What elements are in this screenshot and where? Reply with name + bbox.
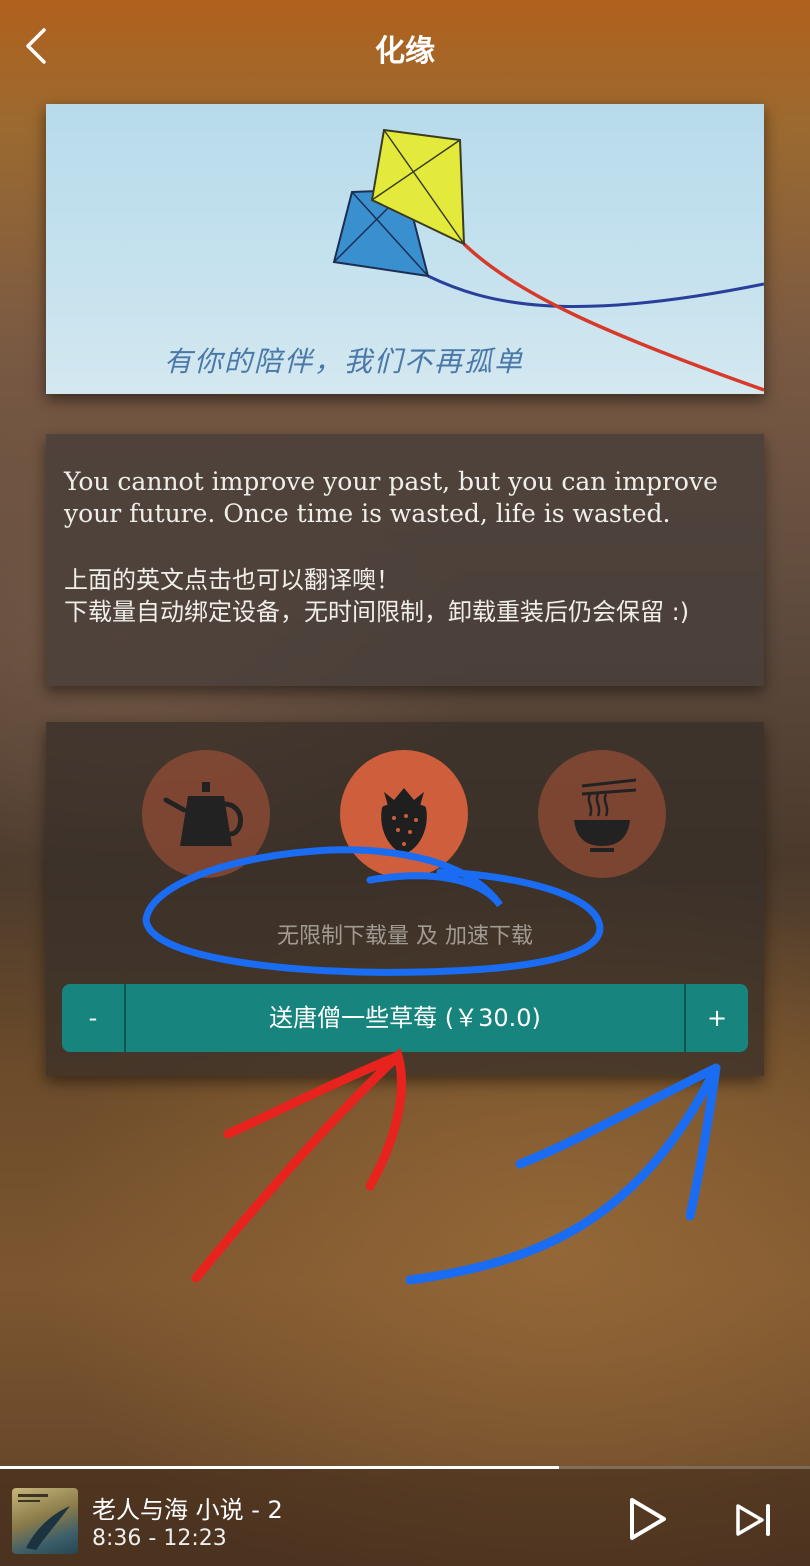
album-cover	[12, 1488, 78, 1554]
teapot-icon	[163, 782, 243, 846]
quote-card: You cannot improve your past, but you ca…	[46, 434, 764, 686]
banner-caption: 有你的陪伴，我们不再孤单	[164, 345, 525, 378]
album-art-image	[18, 1494, 70, 1550]
strawberry-icon	[381, 788, 427, 854]
skip-next-icon	[736, 1504, 770, 1536]
play-icon	[630, 1498, 666, 1540]
blue-arrow-annotation	[405, 1063, 721, 1285]
translate-hint: 上面的英文点击也可以翻译噢！	[64, 566, 400, 594]
option-noodles[interactable]	[538, 750, 666, 878]
next-button[interactable]	[732, 1500, 776, 1540]
top-bar: 化缘	[0, 0, 810, 92]
english-quote[interactable]: You cannot improve your past, but you ca…	[64, 466, 744, 530]
noodle-bowl-icon	[574, 778, 637, 852]
donate-button-bar: - 送唐僧一些草莓 (￥30.0) +	[62, 984, 748, 1052]
option-description: 无限制下载量 及 加速下载	[277, 924, 533, 949]
page-title: 化缘	[375, 34, 435, 69]
banner-image: 有你的陪伴，我们不再孤单	[46, 104, 764, 394]
increase-button[interactable]: +	[684, 984, 748, 1052]
playback-progress-fill	[0, 1466, 559, 1469]
mini-player[interactable]: 老人与海 小说 - 2 8:36 - 12:23	[0, 1466, 810, 1566]
play-button[interactable]	[620, 1494, 670, 1544]
red-arrow-annotation	[191, 1047, 406, 1283]
quote-notes: 上面的英文点击也可以翻译噢！ 下载量自动绑定设备，无时间限制，卸载重装后仍会保留…	[64, 564, 744, 628]
playback-progress[interactable]	[0, 1466, 810, 1469]
donate-card: 无限制下载量 及 加速下载 - 送唐僧一些草莓 (￥30.0) +	[46, 722, 764, 1076]
donate-button[interactable]: 送唐僧一些草莓 (￥30.0)	[126, 984, 684, 1052]
option-teapot[interactable]	[142, 750, 270, 878]
option-strawberry[interactable]	[340, 750, 468, 878]
download-note: 下载量自动绑定设备，无时间限制，卸载重装后仍会保留 :)	[64, 598, 690, 626]
decrease-button[interactable]: -	[62, 984, 126, 1052]
track-time: 8:36 - 12:23	[92, 1526, 227, 1551]
track-title: 老人与海 小说 - 2	[92, 1496, 283, 1524]
